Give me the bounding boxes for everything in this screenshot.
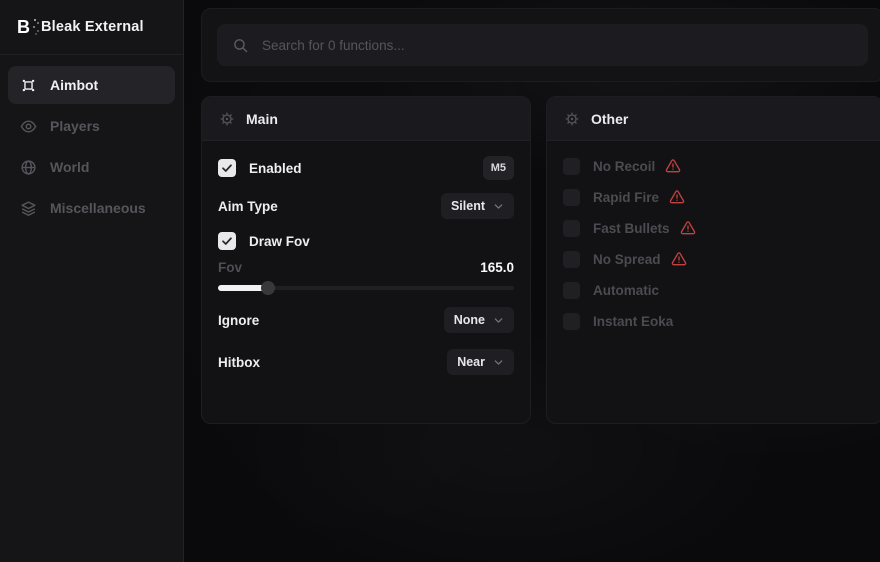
main-panel-header: Main	[202, 97, 530, 141]
main-panel: Main Enabled M5 Aim Type Silent Draw Fov	[201, 96, 531, 424]
search-card	[201, 8, 880, 82]
sidebar-item-label: World	[50, 159, 89, 175]
warning-icon	[680, 220, 696, 236]
instant-eoka-checkbox[interactable]	[563, 313, 580, 330]
panel-title: Main	[246, 111, 278, 127]
panel-title: Other	[591, 111, 628, 127]
aim-type-row: Aim Type Silent	[218, 193, 514, 219]
main-panel-body: Enabled M5 Aim Type Silent Draw Fov Fov …	[202, 141, 530, 389]
hitbox-dropdown[interactable]: Near	[447, 349, 514, 375]
enabled-label: Enabled	[249, 161, 302, 176]
sidebar-item-label: Aimbot	[50, 77, 98, 93]
warning-icon	[671, 251, 687, 267]
sidebar-item-label: Miscellaneous	[50, 200, 146, 216]
fov-value: 165.0	[480, 260, 514, 275]
aim-type-dropdown[interactable]: Silent	[441, 193, 514, 219]
chevron-down-icon	[493, 315, 504, 326]
other-row-fast-bullets: Fast Bullets	[563, 217, 866, 239]
sidebar-item-world[interactable]: World	[8, 148, 175, 186]
aim-type-label: Aim Type	[218, 199, 278, 214]
search-icon	[232, 37, 249, 54]
globe-icon	[20, 159, 37, 176]
aim-type-value: Silent	[451, 199, 485, 213]
sidebar: B Bleak External Aimbot Players World Mi…	[0, 0, 184, 562]
eye-icon	[20, 118, 37, 135]
crosshair-icon	[20, 77, 37, 94]
hitbox-label: Hitbox	[218, 355, 260, 370]
check-icon	[221, 162, 233, 174]
no-spread-label: No Spread	[593, 252, 661, 267]
sidebar-header: B Bleak External	[0, 0, 183, 55]
warning-icon	[669, 189, 685, 205]
fov-slider-thumb[interactable]	[261, 281, 275, 295]
enabled-row: Enabled M5	[218, 156, 514, 180]
other-row-instant-eoka: Instant Eoka	[563, 310, 866, 332]
other-row-no-recoil: No Recoil	[563, 155, 866, 177]
automatic-label: Automatic	[593, 283, 659, 298]
no-recoil-label: No Recoil	[593, 159, 655, 174]
draw-fov-row: Draw Fov	[218, 232, 514, 250]
draw-fov-checkbox[interactable]	[218, 232, 236, 250]
draw-fov-label: Draw Fov	[249, 234, 310, 249]
other-row-no-spread: No Spread	[563, 248, 866, 270]
other-row-rapid-fire: Rapid Fire	[563, 186, 866, 208]
fov-slider[interactable]	[218, 281, 514, 295]
other-panel: Other No Recoil Rapid Fire Fast Bullets …	[546, 96, 880, 424]
gear-icon	[219, 111, 235, 127]
sidebar-item-aimbot[interactable]: Aimbot	[8, 66, 175, 104]
sidebar-item-label: Players	[50, 118, 100, 134]
ignore-row: Ignore None	[218, 307, 514, 333]
rapid-fire-label: Rapid Fire	[593, 190, 659, 205]
ignore-label: Ignore	[218, 313, 259, 328]
chevron-down-icon	[493, 201, 504, 212]
other-panel-body: No Recoil Rapid Fire Fast Bullets No Spr…	[547, 141, 880, 346]
sidebar-nav: Aimbot Players World Miscellaneous	[0, 55, 183, 238]
ignore-value: None	[454, 313, 485, 327]
other-row-automatic: Automatic	[563, 279, 866, 301]
sidebar-item-miscellaneous[interactable]: Miscellaneous	[8, 189, 175, 227]
instant-eoka-label: Instant Eoka	[593, 314, 673, 329]
check-icon	[221, 235, 233, 247]
fov-label: Fov	[218, 260, 242, 275]
keybind-button[interactable]: M5	[483, 156, 514, 180]
ignore-dropdown[interactable]: None	[444, 307, 514, 333]
fast-bullets-label: Fast Bullets	[593, 221, 670, 236]
app-title: Bleak External	[41, 19, 144, 35]
other-panel-header: Other	[547, 97, 880, 141]
no-recoil-checkbox[interactable]	[563, 158, 580, 175]
hitbox-row: Hitbox Near	[218, 349, 514, 375]
fast-bullets-checkbox[interactable]	[563, 220, 580, 237]
search-input[interactable]	[262, 38, 853, 53]
fov-row: Fov 165.0	[218, 260, 514, 275]
warning-icon	[665, 158, 681, 174]
gear-icon	[564, 111, 580, 127]
hitbox-value: Near	[457, 355, 485, 369]
sidebar-item-players[interactable]: Players	[8, 107, 175, 145]
brand-logo-icon: B	[17, 18, 30, 36]
search-box[interactable]	[217, 24, 868, 66]
automatic-checkbox[interactable]	[563, 282, 580, 299]
chevron-down-icon	[493, 357, 504, 368]
enabled-checkbox[interactable]	[218, 159, 236, 177]
rapid-fire-checkbox[interactable]	[563, 189, 580, 206]
no-spread-checkbox[interactable]	[563, 251, 580, 268]
layers-icon	[20, 200, 37, 217]
